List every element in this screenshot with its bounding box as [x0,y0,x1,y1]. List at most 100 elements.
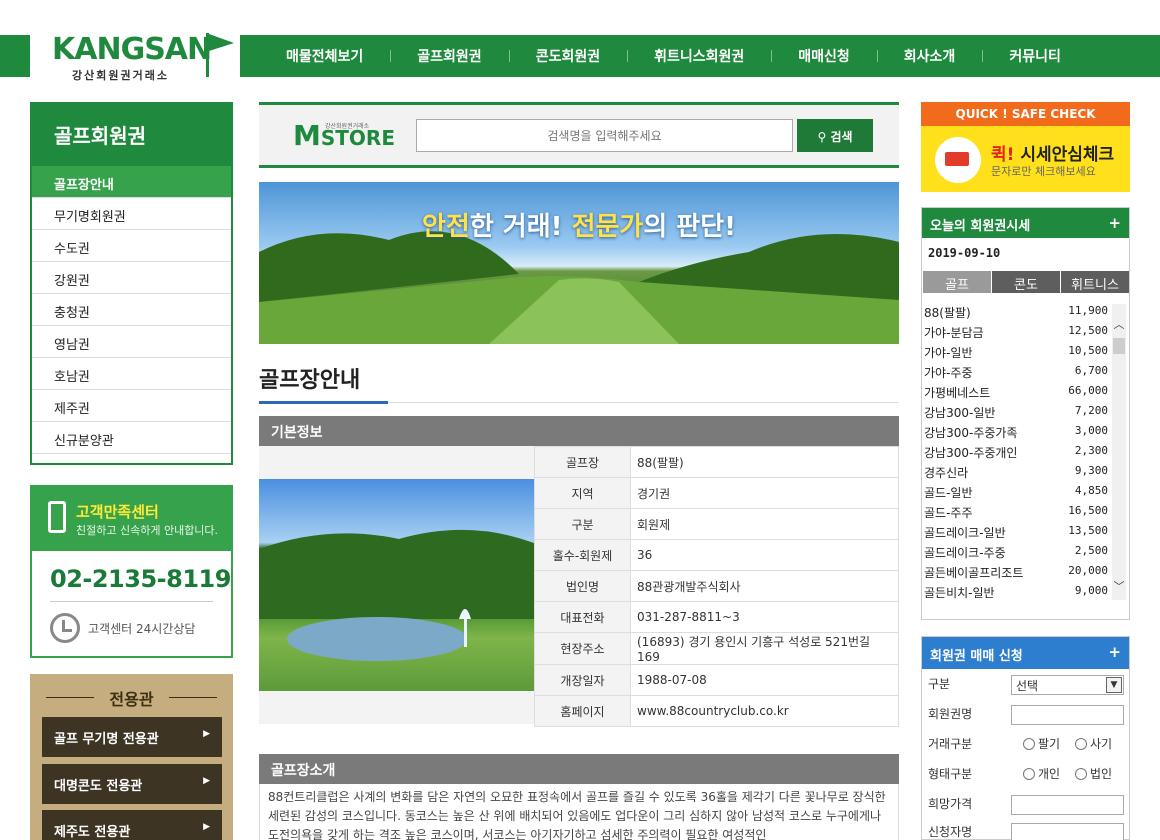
type-select[interactable]: 선택 ▼ [1011,675,1124,695]
list-item[interactable]: 골드-주주 16,500 [924,504,1108,524]
radio-personal[interactable]: 개인 [1023,765,1060,782]
delivery-truck-icon [935,137,981,183]
table-row: 개장일자 1988-07-08 [534,664,899,696]
dedicated-button-label: 골프 무기명 전용관 [54,732,159,747]
table-row: 현장주소 (16893) 경기 용인시 기흥구 석성로 521번길 169 [534,632,899,665]
prices-tabs: 골프 콘도 휘트니스 [922,271,1129,293]
price-value: 7,200 [1074,404,1108,417]
list-item[interactable]: 골든베이골프리조트 20,000 [924,564,1108,584]
sidebar-item-new-sale[interactable]: 신규분양관 [32,422,231,454]
list-item[interactable]: 골든비치-일반 9,000 [924,584,1108,604]
info-key: 대표전화 [534,601,631,633]
phone-icon [48,501,66,533]
price-value: 66,000 [1068,384,1108,397]
price-value: 10,500 [1068,344,1108,357]
list-item[interactable]: 가야-일반 10,500 [924,344,1108,364]
prices-date: 2019-09-10 [928,246,1001,260]
scrollbar-thumb[interactable] [1113,338,1125,354]
nav-fitness[interactable]: 휘트니스회원권 [627,46,771,66]
list-item[interactable]: 골드-일반 4,850 [924,484,1108,504]
chevron-down-icon: ▼ [1106,677,1122,693]
tab-fitness[interactable]: 휘트니스 [1060,271,1129,293]
banner-word-trade: 한 거래! [469,212,572,242]
plus-icon[interactable]: + [1108,214,1121,232]
table-row: 골프장 88(팔팔) [534,446,899,478]
nav-community[interactable]: 커뮤니티 [982,46,1088,66]
search-button[interactable]: ⚲ 검색 [797,119,873,152]
radio-corporate-label: 법인 [1090,767,1113,781]
list-item[interactable]: 88(팔팔) 11,900 [924,304,1108,324]
price-value: 4,850 [1074,484,1108,497]
customer-phone-number[interactable]: 02-2135-8119 [50,565,231,593]
dedicated-daemyung-condo-button[interactable]: 대명콘도 전용관 ▶ [42,764,222,804]
info-key: 구분 [534,508,631,540]
nav-trade-request[interactable]: 매매신청 [771,46,877,66]
list-item[interactable]: 골드레이크-주중 2,500 [924,544,1108,564]
price-name: 강남300-주중개인 [924,446,1018,460]
sidebar-item-yeongnam[interactable]: 영남권 [32,326,231,358]
price-name: 골드레이크-일반 [924,526,1006,540]
radio-corporate[interactable]: 법인 [1075,765,1112,782]
dedicated-jeju-button[interactable]: 제주도 전용관 ▶ [42,810,222,840]
desired-price-input[interactable] [1011,795,1124,815]
mstore-m: M [293,119,321,152]
search-input[interactable] [416,119,793,152]
plus-icon[interactable]: + [1108,643,1121,661]
sidebar-item-anonymous[interactable]: 무기명회원권 [32,198,231,230]
radio-circle [1023,768,1035,780]
price-name: 88(팔팔) [924,306,971,320]
price-value: 16,500 [1068,504,1108,517]
sidebar-item-gangwon[interactable]: 강원권 [32,262,231,294]
list-item[interactable]: 강남300-주중개인 2,300 [924,444,1108,464]
prices-scrollbar[interactable]: ︿ ﹀ [1112,304,1126,600]
dedicated-button-label: 제주도 전용관 [54,825,131,840]
list-item[interactable]: 강남300-일반 7,200 [924,404,1108,424]
radio-sell[interactable]: 팔기 [1023,735,1060,752]
applicant-name-label: 신청자명 [928,825,973,839]
radio-buy[interactable]: 사기 [1075,735,1112,752]
radio-sell-label: 팔기 [1038,737,1061,751]
desired-price-label: 희망가격 [928,797,973,811]
logo[interactable]: KANGSAN 강산회원권거래소 [30,28,240,84]
list-item[interactable]: 가평베네스트 66,000 [924,384,1108,404]
membership-name-input[interactable] [1011,705,1124,725]
divider [50,601,213,602]
list-item[interactable]: 강남300-주중가족 3,000 [924,424,1108,444]
sidebar-item-capital[interactable]: 수도권 [32,230,231,262]
page-title: 골프장안내 [259,368,361,393]
dedicated-halls: 전용관 골프 무기명 전용관 ▶ 대명콘도 전용관 ▶ 제주도 전용관 ▶ [30,674,233,840]
nav-golf[interactable]: 골프회원권 [390,46,508,66]
dedicated-golf-anonymous-button[interactable]: 골프 무기명 전용관 ▶ [42,717,222,757]
list-item[interactable]: 가야-분담금 12,500 [924,324,1108,344]
info-value: 1988-07-08 [630,664,899,696]
applicant-name-input[interactable] [1011,823,1124,840]
list-item[interactable]: 가야-주중 6,700 [924,364,1108,384]
chevron-up-icon[interactable]: ︿ [1112,316,1126,332]
quick-check-title-accent: 퀵! [991,145,1015,165]
list-item[interactable]: 경주신라 9,300 [924,464,1108,484]
info-value: (16893) 경기 용인시 기흥구 석성로 521번길 169 [630,632,899,665]
homepage-link[interactable]: www.88countryclub.co.kr [630,695,899,727]
customer-center: 고객만족센터 친절하고 신속하게 안내합니다. 02-2135-8119 고객센… [30,485,233,658]
quick-safe-check-banner[interactable]: QUICK ! SAFE CHECK 퀵! 시세안심체크 문자로만 체크해보세요 [921,102,1130,192]
sidebar-item-jeju[interactable]: 제주권 [32,390,231,422]
nav-company[interactable]: 회사소개 [876,46,983,66]
mstore-logo[interactable]: 강산회원권거래소 MSTORE [293,119,395,152]
info-value: 36 [630,539,899,571]
list-item[interactable]: 골드레이크-일반 13,500 [924,524,1108,544]
sidebar-item-chungcheong[interactable]: 충청권 [32,294,231,326]
sidebar-item-golf-guide[interactable]: 골프장안내 [32,166,231,198]
nav-condo[interactable]: 콘도회원권 [508,46,627,66]
chevron-down-icon[interactable]: ﹀ [1112,578,1126,594]
search-icon: ⚲ [817,130,827,144]
tab-golf[interactable]: 골프 [922,271,991,293]
tab-condo[interactable]: 콘도 [991,271,1060,293]
nav-all-listings[interactable]: 매물전체보기 [259,46,390,66]
table-row: 구분 회원제 [534,508,899,540]
price-value: 13,500 [1068,524,1108,537]
sidebar-item-honam[interactable]: 호남권 [32,358,231,390]
table-row: 홈페이지 www.88countryclub.co.kr [534,695,899,727]
price-name: 가야-주중 [924,366,973,380]
price-name: 골드-일반 [924,486,973,500]
price-name: 강남300-주중가족 [924,426,1018,440]
